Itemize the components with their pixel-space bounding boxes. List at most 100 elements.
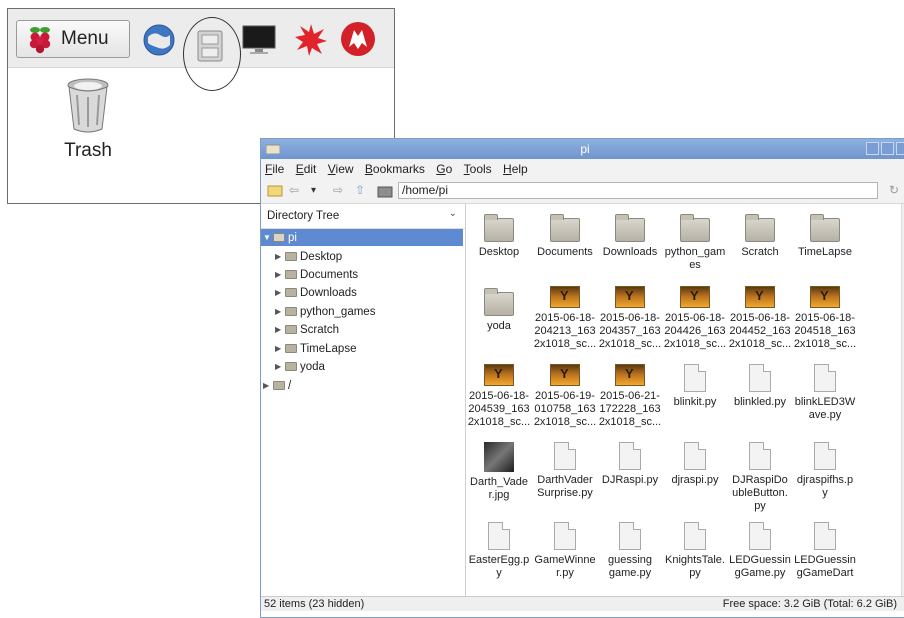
file-item[interactable]: TimeLapse bbox=[793, 212, 857, 259]
file-item[interactable]: Scratch bbox=[728, 212, 792, 259]
file-label: DJRaspiDo ubleButton. py bbox=[732, 474, 788, 512]
file-item[interactable]: 2015-06-18- 204213_163 2x1018_sc... bbox=[533, 286, 597, 351]
folder-icon bbox=[273, 381, 285, 390]
file-label: blinkled.py bbox=[734, 396, 786, 408]
sidebar-mode-select[interactable]: Directory Tree ⌄ bbox=[261, 204, 465, 229]
tree-item-timelapse[interactable]: ▶ TimeLapse bbox=[275, 340, 356, 357]
sidebar-header: Directory Tree bbox=[267, 210, 340, 222]
file-item[interactable]: 2015-06-18- 204426_163 2x1018_sc... bbox=[663, 286, 727, 351]
history-dropdown-icon[interactable]: ▾ bbox=[311, 185, 316, 196]
file-item[interactable]: GameWinne r.py bbox=[533, 522, 597, 580]
tree-item-python-games[interactable]: ▶ python_games bbox=[275, 303, 375, 320]
file-item[interactable]: DJRaspiDo ubleButton. py bbox=[728, 442, 792, 513]
folder-icon bbox=[550, 214, 580, 242]
new-tab-icon[interactable] bbox=[267, 184, 283, 198]
file-item[interactable]: Desktop bbox=[467, 212, 531, 259]
home-icon[interactable] bbox=[377, 184, 393, 198]
menu-tools[interactable]: Tools bbox=[464, 162, 492, 176]
text-file-icon bbox=[619, 442, 641, 470]
file-item[interactable]: Darth_Vade r.jpg bbox=[467, 442, 531, 502]
file-item[interactable]: blinkLED3W ave.py bbox=[793, 364, 857, 422]
file-item[interactable]: yoda bbox=[467, 286, 531, 333]
menu-bookmarks[interactable]: Bookmarks bbox=[365, 162, 425, 176]
folder-icon bbox=[484, 288, 514, 316]
taskbar: Menu bbox=[8, 9, 394, 91]
folder-icon bbox=[285, 325, 297, 334]
path-input[interactable]: /home/pi bbox=[398, 182, 878, 199]
menu-view[interactable]: View bbox=[328, 162, 354, 176]
file-item[interactable]: blinkled.py bbox=[728, 364, 792, 409]
tree-item-desktop[interactable]: ▶ Desktop bbox=[275, 248, 342, 265]
maximize-button[interactable] bbox=[881, 142, 894, 155]
web-browser-icon[interactable] bbox=[142, 23, 176, 57]
tree-item-root[interactable]: ▶ / bbox=[263, 377, 291, 394]
menu-edit[interactable]: Edit bbox=[296, 162, 317, 176]
file-label: 2015-06-18- 204539_163 2x1018_sc... bbox=[467, 390, 531, 428]
menu-go[interactable]: Go bbox=[436, 162, 452, 176]
trash-icon bbox=[67, 78, 109, 133]
trash-desktop-item[interactable]: Trash bbox=[48, 77, 128, 162]
text-file-icon bbox=[814, 364, 836, 392]
file-label: blinkLED3W ave.py bbox=[794, 396, 856, 421]
tree-item-documents[interactable]: ▶ Documents bbox=[275, 266, 358, 283]
text-file-icon bbox=[554, 522, 576, 550]
back-icon[interactable]: ⇦ bbox=[289, 183, 299, 197]
file-item[interactable]: 2015-06-18- 204539_163 2x1018_sc... bbox=[467, 364, 531, 429]
tree-label: TimeLapse bbox=[300, 342, 357, 355]
text-file-icon bbox=[488, 522, 510, 550]
menu-file[interactable]: File bbox=[265, 162, 284, 176]
file-item[interactable]: DJRaspi.py bbox=[598, 442, 662, 487]
tree-label: Documents bbox=[300, 268, 359, 281]
collapsed-arrow-icon: ▶ bbox=[275, 252, 282, 261]
file-item[interactable]: DarthVader Surprise.py bbox=[533, 442, 597, 500]
file-item[interactable]: 2015-06-21- 172228_163 2x1018_sc... bbox=[598, 364, 662, 429]
file-item[interactable]: EasterEgg.p y bbox=[467, 522, 531, 580]
text-file-icon bbox=[684, 364, 706, 392]
tree-label: pi bbox=[288, 231, 297, 244]
file-item[interactable]: 2015-06-18- 204452_163 2x1018_sc... bbox=[728, 286, 792, 351]
free-space: Free space: 3.2 GiB (Total: 6.2 GiB) bbox=[722, 598, 897, 610]
photo-thumbnail-icon bbox=[484, 442, 514, 472]
tree-item-downloads[interactable]: ▶ Downloads bbox=[275, 284, 357, 301]
file-label: Documents bbox=[537, 246, 593, 258]
file-item[interactable]: Downloads bbox=[598, 212, 662, 259]
folder-icon bbox=[273, 233, 285, 242]
file-label: LEDGuessin gGameDart bbox=[794, 554, 856, 579]
file-item[interactable]: LEDGuessin gGameDart bbox=[793, 522, 857, 580]
file-label: yoda bbox=[487, 320, 511, 332]
file-item[interactable]: djraspi.py bbox=[663, 442, 727, 487]
image-file-icon bbox=[615, 286, 645, 308]
up-icon[interactable]: ⇧ bbox=[355, 183, 365, 197]
image-file-icon bbox=[745, 286, 775, 308]
folder-icon bbox=[285, 252, 297, 261]
highlight-circle bbox=[183, 17, 241, 91]
collapsed-arrow-icon: ▶ bbox=[275, 325, 282, 334]
file-item[interactable]: 2015-06-18- 204357_163 2x1018_sc... bbox=[598, 286, 662, 351]
terminal-icon[interactable] bbox=[241, 23, 277, 57]
tree-item-scratch[interactable]: ▶ Scratch bbox=[275, 321, 339, 338]
file-item[interactable]: 2015-06-18- 204518_163 2x1018_sc... bbox=[793, 286, 857, 351]
minimize-button[interactable] bbox=[866, 142, 879, 155]
status-bar: 52 items (23 hidden) Free space: 3.2 GiB… bbox=[261, 596, 904, 611]
file-item[interactable]: KnightsTale. py bbox=[663, 522, 727, 580]
file-item[interactable]: LEDGuessin gGame.py bbox=[728, 522, 792, 580]
file-item[interactable]: blinkit.py bbox=[663, 364, 727, 409]
close-button[interactable] bbox=[896, 142, 904, 155]
forward-icon[interactable]: ⇨ bbox=[333, 183, 343, 197]
file-item[interactable]: 2015-06-19- 010758_163 2x1018_sc... bbox=[533, 364, 597, 429]
tree-item-yoda[interactable]: ▶ yoda bbox=[275, 358, 325, 375]
file-item[interactable]: Documents bbox=[533, 212, 597, 259]
menu-button[interactable]: Menu bbox=[16, 20, 130, 58]
tree-label: yoda bbox=[300, 360, 325, 373]
file-item[interactable]: guessing game.py bbox=[598, 522, 662, 580]
file-item[interactable]: python_gam es bbox=[663, 212, 727, 272]
tree-item-pi[interactable]: ▼ pi bbox=[261, 229, 463, 246]
file-label: DJRaspi.py bbox=[601, 474, 659, 486]
file-label: 2015-06-19- 010758_163 2x1018_sc... bbox=[533, 390, 597, 428]
title-bar: pi bbox=[261, 139, 904, 159]
wolfram-icon[interactable] bbox=[294, 23, 328, 57]
go-icon[interactable]: ↻ bbox=[889, 183, 899, 197]
file-item[interactable]: djraspifhs.p y bbox=[793, 442, 857, 500]
mathematica-icon[interactable] bbox=[340, 21, 376, 57]
menu-help[interactable]: Help bbox=[503, 162, 528, 176]
